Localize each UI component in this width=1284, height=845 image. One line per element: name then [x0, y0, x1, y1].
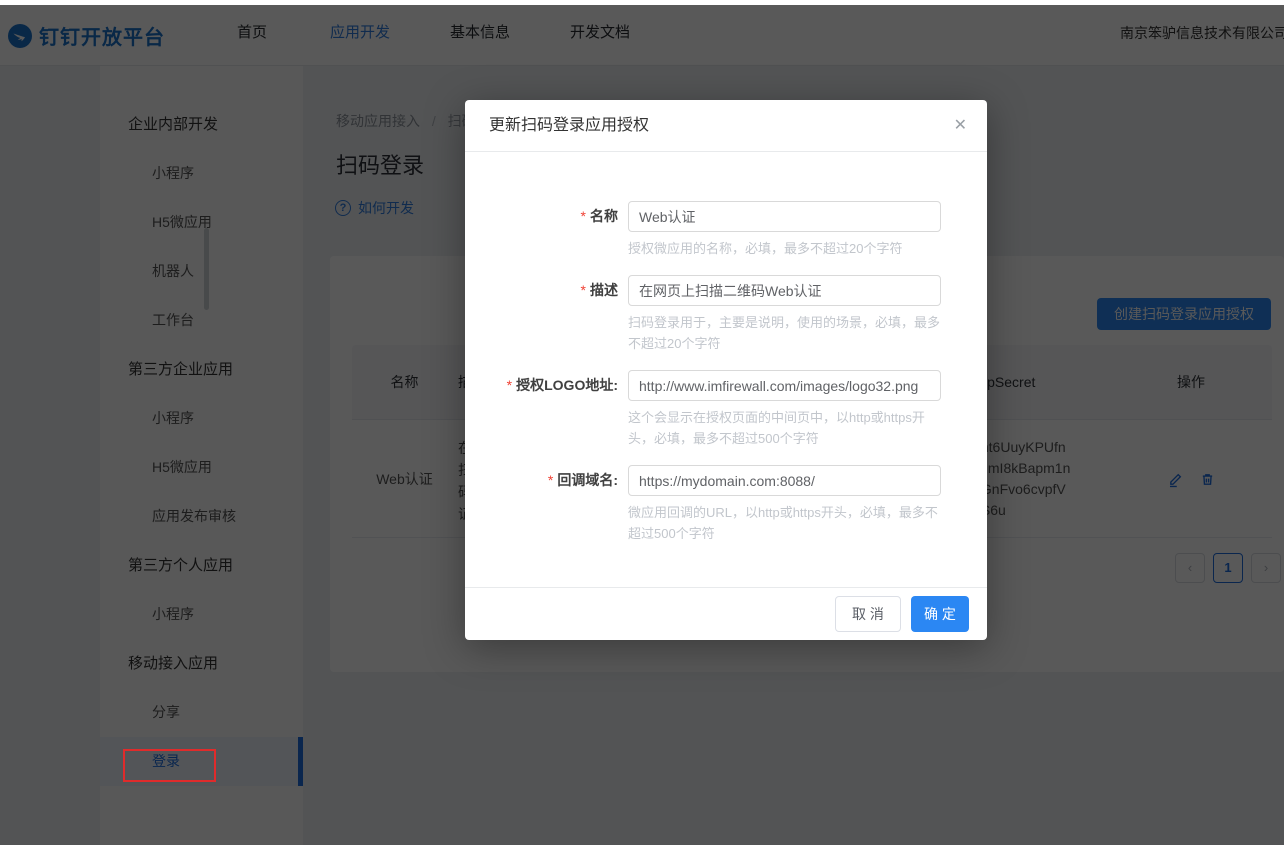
modal-footer: 取 消 确 定	[465, 587, 987, 640]
field-name: *名称 授权微应用的名称，必填，最多不超过20个字符	[465, 201, 987, 259]
field-logo-url-help: 这个会显示在授权页面的中间页中，以http或https开头，必填，最多不超过50…	[628, 407, 941, 449]
field-description: *描述 扫码登录用于，主要是说明，使用的场景，必填，最多不超过20个字符	[465, 275, 987, 354]
top-edge-strip	[0, 0, 1284, 5]
field-logo-url: *授权LOGO地址: 这个会显示在授权页面的中间页中，以http或https开头…	[465, 370, 987, 449]
field-callback-domain: *回调域名: 微应用回调的URL，以http或https开头，必填，最多不超过5…	[465, 465, 987, 544]
field-name-help: 授权微应用的名称，必填，最多不超过20个字符	[628, 238, 941, 259]
name-input[interactable]	[628, 201, 941, 232]
logo-url-input[interactable]	[628, 370, 941, 401]
cancel-button[interactable]: 取 消	[835, 596, 901, 632]
callback-domain-input[interactable]	[628, 465, 941, 496]
login-highlight-red-box	[123, 749, 216, 782]
field-description-label: *描述	[465, 275, 618, 354]
field-callback-domain-help: 微应用回调的URL，以http或https开头，必填，最多不超过500个字符	[628, 502, 941, 544]
field-name-label: *名称	[465, 201, 618, 259]
field-callback-domain-label: *回调域名:	[465, 465, 618, 544]
page-root: 钉钉开放平台 首页 应用开发 基本信息 开发文档 南京笨驴信息技术有限公司 企业…	[0, 0, 1284, 845]
required-asterisk: *	[548, 472, 553, 488]
modal-header: 更新扫码登录应用授权 ✕	[465, 100, 987, 152]
confirm-button[interactable]: 确 定	[911, 596, 969, 632]
required-asterisk: *	[581, 282, 586, 298]
field-description-help: 扫码登录用于，主要是说明，使用的场景，必填，最多不超过20个字符	[628, 312, 941, 354]
close-icon[interactable]: ✕	[954, 100, 967, 152]
update-scan-login-auth-modal: 更新扫码登录应用授权 ✕ *名称 授权微应用的名称，必填，最多不超过20个字符 …	[465, 100, 987, 640]
modal-body: *名称 授权微应用的名称，必填，最多不超过20个字符 *描述 扫码登录用于，主要…	[465, 152, 987, 544]
required-asterisk: *	[581, 208, 586, 224]
modal-title: 更新扫码登录应用授权	[489, 117, 649, 134]
required-asterisk: *	[507, 377, 512, 393]
description-input[interactable]	[628, 275, 941, 306]
field-logo-url-label: *授权LOGO地址:	[465, 370, 618, 449]
